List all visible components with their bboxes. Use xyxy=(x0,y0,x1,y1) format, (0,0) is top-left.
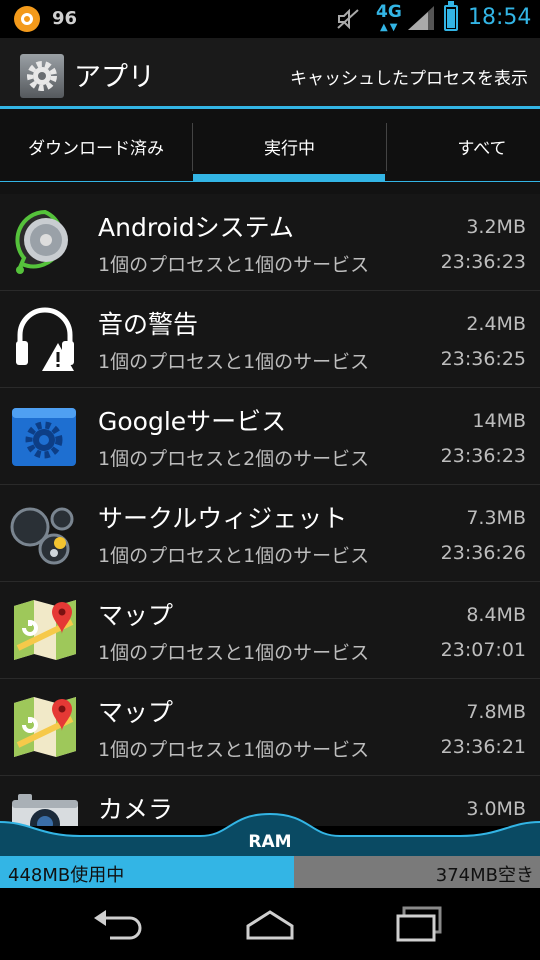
battery-level xyxy=(447,9,455,28)
data-activity-icon: ▲▼ xyxy=(380,22,400,33)
app-process-detail: 1個のプロセスと1個のサービス xyxy=(98,254,370,276)
maps-icon xyxy=(14,697,76,757)
navigation-bar xyxy=(0,888,540,960)
circle-widget-icon xyxy=(10,507,74,565)
network-type: 4G xyxy=(376,2,402,22)
list-item[interactable]: サークルウィジェット 1個のプロセスと1個のサービス 7.3MB 23:36:2… xyxy=(0,485,540,582)
tab-downloaded[interactable]: ダウンロード済み xyxy=(0,109,192,183)
app-run-time: 23:36:23 xyxy=(440,251,526,273)
recent-apps-icon[interactable] xyxy=(390,904,450,944)
app-run-time: 23:36:21 xyxy=(440,736,526,758)
app-name: Googleサービス xyxy=(98,407,287,436)
app-run-time: 23:07:01 xyxy=(440,639,526,661)
app-process-detail: 1個のプロセスと1個のサービス xyxy=(98,351,370,373)
home-icon[interactable] xyxy=(240,904,300,944)
ram-usage-bar: 448MB使用中 374MB空き xyxy=(0,856,540,888)
list-item[interactable]: マップ 1個のプロセスと1個のサービス 7.8MB 23:36:21 xyxy=(0,679,540,776)
list-top-shadow xyxy=(0,183,540,194)
list-item[interactable]: Androidシステム 1個のプロセスと1個のサービス 3.2MB 23:36:… xyxy=(0,194,540,291)
show-cached-processes-button[interactable]: キャッシュしたプロセスを表示 xyxy=(290,64,528,89)
battery-icon xyxy=(444,1,458,31)
app-run-time: 23:36:25 xyxy=(440,348,526,370)
notification-count: 96 xyxy=(52,8,78,29)
settings-gear-icon[interactable] xyxy=(20,54,64,98)
app-memory-size: 7.3MB xyxy=(466,507,526,529)
tab-running[interactable]: 実行中 xyxy=(193,109,386,183)
app-run-time: 23:36:26 xyxy=(440,542,526,564)
back-icon[interactable] xyxy=(90,904,150,944)
app-memory-size: 7.8MB xyxy=(466,701,526,723)
app-memory-size: 14MB xyxy=(472,410,526,432)
app-process-detail: 1個のプロセスと2個のサービス xyxy=(98,448,370,470)
tab-all[interactable]: すべて xyxy=(387,109,540,183)
status-time: 18:54 xyxy=(468,5,532,30)
page-title: アプリ xyxy=(74,62,155,93)
app-process-detail: 1個のプロセスと1個のサービス xyxy=(98,739,370,761)
app-name: マップ xyxy=(98,601,174,630)
app-name: Androidシステム xyxy=(98,213,294,242)
signal-icon xyxy=(408,6,434,30)
tab-baseline xyxy=(0,181,540,182)
app-notification-icon xyxy=(14,6,40,32)
app-run-time: 23:36:23 xyxy=(440,445,526,467)
app-name: マップ xyxy=(98,698,174,727)
list-item[interactable]: 音の警告 1個のプロセスと1個のサービス 2.4MB 23:36:25 xyxy=(0,291,540,388)
headphones-warning-icon xyxy=(16,307,74,371)
tab-bar: ダウンロード済み 実行中 すべて xyxy=(0,109,540,183)
android-system-icon xyxy=(15,209,68,274)
action-bar: アプリ キャッシュしたプロセスを表示 xyxy=(0,38,540,108)
list-item[interactable]: マップ 1個のプロセスと1個のサービス 8.4MB 23:07:01 xyxy=(0,582,540,679)
app-memory-size: 8.4MB xyxy=(466,604,526,626)
app-memory-size: 2.4MB xyxy=(466,313,526,335)
ram-free-label: 374MB空き xyxy=(435,865,534,886)
maps-icon xyxy=(14,600,76,660)
app-name: 音の警告 xyxy=(98,310,199,339)
app-process-detail: 1個のプロセスと1個のサービス xyxy=(98,642,370,664)
list-item[interactable]: Googleサービス 1個のプロセスと2個のサービス 14MB 23:36:23 xyxy=(0,388,540,485)
vibrate-mute-icon xyxy=(337,8,359,30)
ram-used-label: 448MB使用中 xyxy=(8,865,125,886)
app-name: サークルウィジェット xyxy=(98,504,348,533)
app-process-detail: 1個のプロセスと1個のサービス xyxy=(98,545,370,567)
status-bar: 96 4G ▲▼ 18:54 xyxy=(0,0,540,38)
running-apps-list[interactable]: Androidシステム 1個のプロセスと1個のサービス 3.2MB 23:36:… xyxy=(0,194,540,826)
ram-label: RAM xyxy=(248,832,292,852)
app-memory-size: 3.2MB xyxy=(466,216,526,238)
google-services-icon xyxy=(12,408,76,466)
